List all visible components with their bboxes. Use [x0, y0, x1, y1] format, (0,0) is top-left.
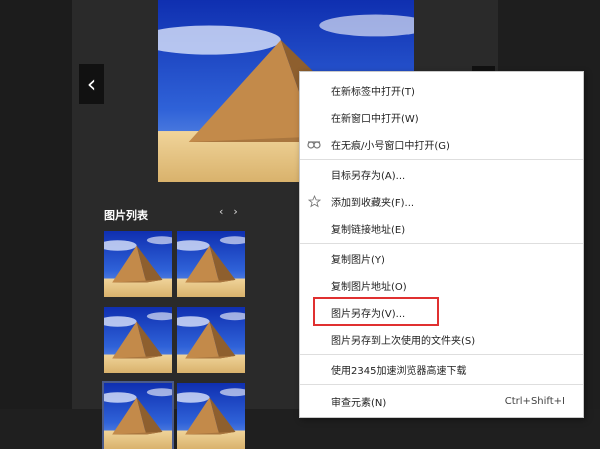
thumbnail-3[interactable]: [104, 307, 172, 373]
page-left-margin: [0, 0, 72, 409]
list-next-icon[interactable]: ›: [233, 205, 247, 218]
menu-open-new-window[interactable]: 在新窗口中打开(W): [300, 104, 583, 130]
thumbnail-5[interactable]: [102, 381, 174, 449]
menu-divider: [300, 243, 583, 244]
menu-inspect-element[interactable]: 审查元素(N) Ctrl+Shift+I: [300, 388, 583, 414]
incognito-icon: [307, 137, 321, 151]
list-prev-icon[interactable]: ‹: [219, 205, 233, 218]
thumbnail-1[interactable]: [104, 231, 172, 297]
shortcut-text: Ctrl+Shift+I: [504, 395, 565, 407]
prev-image-button[interactable]: ‹: [79, 64, 104, 104]
menu-open-incognito[interactable]: 在无痕/小号窗口中打开(G): [300, 131, 583, 157]
image-list-arrows: ‹›: [219, 205, 248, 218]
menu-open-new-tab[interactable]: 在新标签中打开(T): [300, 77, 583, 103]
highlight-box: [313, 297, 439, 326]
menu-copy-image[interactable]: 复制图片(Y): [300, 245, 583, 271]
menu-add-to-favorites[interactable]: 添加到收藏夹(F)...: [300, 188, 583, 214]
thumbnail-6[interactable]: [177, 383, 245, 449]
image-list-title: 图片列表: [104, 209, 148, 222]
star-icon: [307, 194, 321, 208]
menu-copy-link[interactable]: 复制链接地址(E): [300, 215, 583, 241]
menu-copy-image-address[interactable]: 复制图片地址(O): [300, 272, 583, 298]
menu-divider: [300, 159, 583, 160]
thumbnail-2[interactable]: [177, 231, 245, 297]
thumbnail-4[interactable]: [177, 307, 245, 373]
menu-divider: [300, 354, 583, 355]
menu-divider: [300, 384, 583, 385]
menu-save-image-last-folder[interactable]: 图片另存到上次使用的文件夹(S): [300, 326, 583, 352]
menu-download-2345[interactable]: 使用2345加速浏览器高速下载: [300, 356, 583, 382]
menu-save-target-as[interactable]: 目标另存为(A)...: [300, 161, 583, 187]
context-menu: 在新标签中打开(T) 在新窗口中打开(W) 在无痕/小号窗口中打开(G) 目标另…: [299, 71, 584, 418]
chevron-left-icon: ‹: [86, 70, 97, 98]
